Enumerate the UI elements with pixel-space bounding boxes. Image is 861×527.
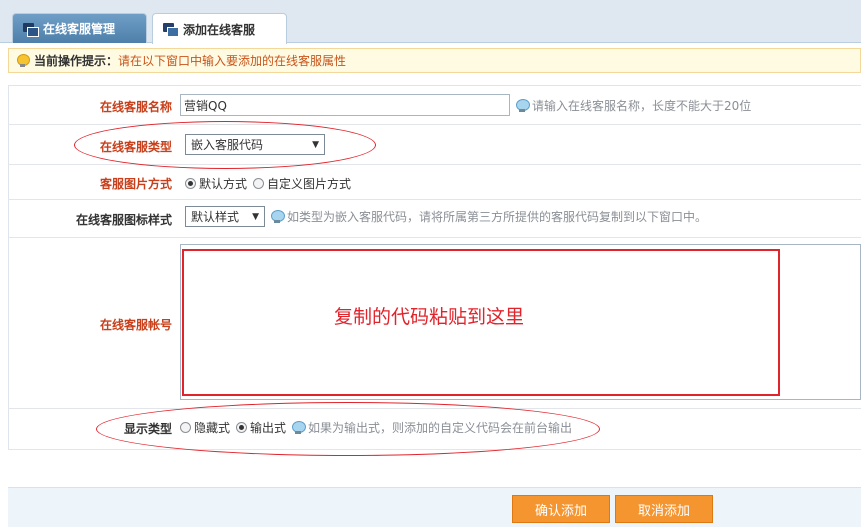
select-value: 默认样式 [191,210,240,224]
tab-label: 添加在线客服 [183,22,256,37]
form-row-image-mode: 客服图片方式 默认方式 自定义图片方式 [8,165,861,200]
name-tip-text: 请输入在线客服名称，长度不能大于20位 [532,98,752,113]
field-label-icon-style: 在线客服图标样式 [75,213,172,227]
icon-style-select[interactable]: 默认样式 ▼ [185,206,265,227]
name-field-group: 请输入在线客服名称，长度不能大于20位 [180,94,751,116]
field-label-image-mode: 客服图片方式 [99,177,172,191]
window-icon [23,22,39,37]
tab-bar: 在线客服管理 添加在线客服 [0,0,861,44]
confirm-add-button[interactable]: 确认添加 [512,495,610,523]
icon-style-group: 默认样式 ▼ 如类型为嵌入客服代码，请将所属第三方所提供的客服代码复制到以下窗口… [185,206,707,227]
hint-label: 当前操作提示： [34,54,119,68]
dropdown-arrow-icon: ▼ [252,211,259,222]
window-icon [163,23,179,37]
action-bar [8,487,861,527]
operation-hint-bar: 当前操作提示： 请在以下窗口中输入要添加的在线客服属性 [8,48,861,73]
radio-label: 自定义图片方式 [267,177,352,191]
paste-here-annotation: 复制的代码粘贴到这里 [334,306,525,328]
radio-label: 默认方式 [199,177,248,191]
form-row-name: 在线客服名称 请输入在线客服名称，长度不能大于20位 [8,86,861,125]
annotation-ellipse-type [74,121,376,169]
tab-service-management[interactable]: 在线客服管理 [12,13,147,43]
icon-style-tip: 如类型为嵌入客服代码，请将所属第三方所提供的客服代码复制到以下窗口中。 [271,208,707,225]
cancel-add-button[interactable]: 取消添加 [615,495,713,523]
image-mode-group: 默认方式 自定义图片方式 [185,175,357,192]
field-label-account: 在线客服帐号 [99,318,172,332]
lightbulb-icon [17,54,30,67]
form-row-icon-style: 在线客服图标样式 默认样式 ▼ 如类型为嵌入客服代码，请将所属第三方所提供的客服… [8,200,861,238]
tab-label: 在线客服管理 [43,22,116,36]
annotation-ellipse-display-type [96,402,600,456]
hint-text: 请在以下窗口中输入要添加的在线客服属性 [118,54,347,68]
radio-custom-image-mode[interactable] [253,178,265,189]
field-label-name: 在线客服名称 [99,100,172,114]
info-bulb-icon [271,210,285,223]
icon-style-tip-text: 如类型为嵌入客服代码，请将所属第三方所提供的客服代码复制到以下窗口中。 [287,210,708,224]
tab-add-service[interactable]: 添加在线客服 [152,13,287,44]
radio-default-mode[interactable] [185,178,196,189]
name-tip: 请输入在线客服名称，长度不能大于20位 [516,97,751,114]
info-bulb-icon [516,98,530,112]
service-name-input[interactable] [180,94,510,116]
